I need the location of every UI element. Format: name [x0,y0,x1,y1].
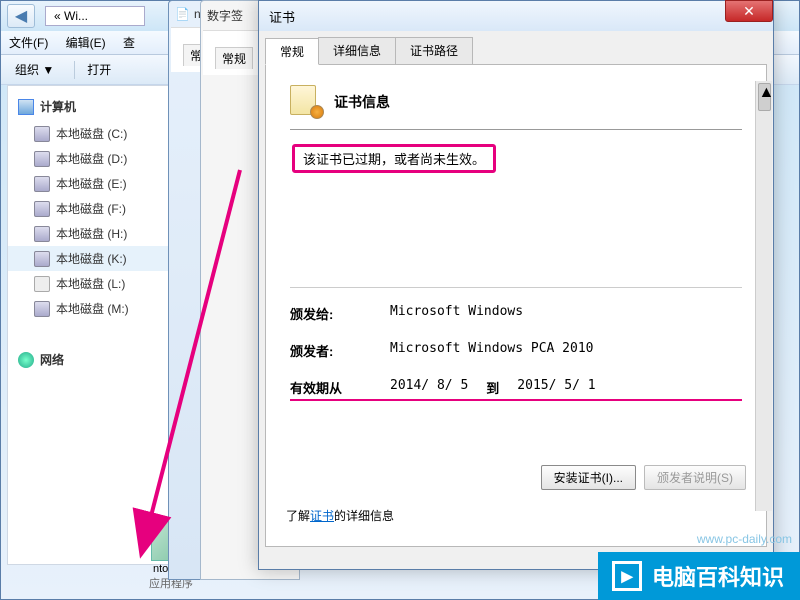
watermark-icon: ▸ [612,561,642,591]
tab-general[interactable]: 常规 [265,38,319,65]
nav-back-button[interactable]: ◀ [7,4,35,28]
certificate-title-text: 证书 [269,7,295,26]
scrollbar-up[interactable]: ▲ [758,83,771,111]
divider [290,129,742,130]
open-button[interactable]: 打开 [81,59,117,80]
drive-icon [34,126,50,142]
drive-icon [34,301,50,317]
issued-to-row: 颁发给: Microsoft Windows [290,304,742,323]
drive-icon [34,226,50,242]
tab-details[interactable]: 详细信息 [318,37,396,64]
issuer-statement-button[interactable]: 颁发者说明(S) [644,465,746,490]
valid-from-label: 有效期从 [290,378,390,397]
menu-view[interactable]: 查 [123,36,135,50]
valid-to-label: 到 [486,378,499,397]
organize-button[interactable]: 组织 ▼ [9,59,60,80]
drive-icon [34,201,50,217]
menu-edit[interactable]: 编辑(E) [66,36,106,50]
issued-to-value: Microsoft Windows [390,304,523,323]
breadcrumb[interactable]: « Wi... [45,6,145,26]
cert-status-text: 该证书已过期，或者尚未生效。 [292,144,496,173]
issued-by-label: 颁发者: [290,341,390,360]
watermark-banner: ▸ 电脑百科知识 [598,552,800,600]
cert-info-title: 证书信息 [334,92,390,112]
close-button[interactable]: ✕ [725,0,773,22]
issued-to-label: 颁发给: [290,304,390,323]
certificate-window: 证书 ✕ 常规 详细信息 证书路径 证书信息 该证书已过期，或者尚未生效。 [258,0,774,570]
validity-row: 有效期从 2014/ 8/ 5 到 2015/ 5/ 1 [290,378,742,401]
valid-to-value: 2015/ 5/ 1 [517,378,595,397]
cert-panel: 证书信息 该证书已过期，或者尚未生效。 颁发给: Microsoft Windo… [265,65,767,547]
issued-by-row: 颁发者: Microsoft Windows PCA 2010 [290,341,742,360]
close-icon: ✕ [743,3,755,20]
valid-from-value: 2014/ 8/ 5 [390,378,468,397]
cert-status: 该证书已过期，或者尚未生效。 [290,140,742,177]
scrollbar[interactable]: ▲ [755,81,772,511]
cert-footer: 了解证书的详细信息 [286,507,394,524]
sidebar-computer-label: 计算机 [40,98,76,115]
drive-icon [34,151,50,167]
drive-icon [34,251,50,267]
divider [74,61,75,79]
watermark-text: 电脑百科知识 [652,560,784,592]
cert-tabs: 常规 详细信息 证书路径 [265,37,767,65]
tab-certpath[interactable]: 证书路径 [395,37,473,64]
sidebar-network-label: 网络 [40,351,64,368]
install-cert-button[interactable]: 安装证书(I)... [541,465,636,490]
certificate-icon [290,85,324,119]
network-icon [18,352,34,368]
issued-by-value: Microsoft Windows PCA 2010 [390,341,594,360]
certificate-titlebar: 证书 [259,1,773,31]
menu-file[interactable]: 文件(F) [9,36,48,50]
divider [290,287,742,288]
computer-icon [18,99,34,115]
cert-learn-link[interactable]: 证书 [310,509,334,523]
watermark-url: www.pc-daily.com [697,532,792,546]
tab-partial-2[interactable]: 常规 [215,47,253,69]
drive-icon [34,276,50,292]
drive-icon [34,176,50,192]
